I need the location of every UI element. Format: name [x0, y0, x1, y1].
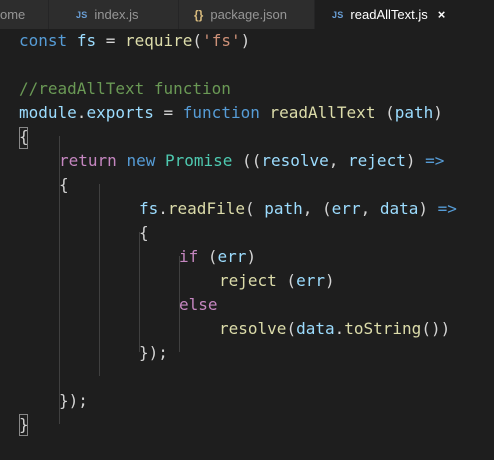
code-line: module.exports = function readAllText (p… [19, 103, 443, 122]
code-line: resolve(data.toString()) [219, 319, 451, 338]
tab-index-js[interactable]: JS index.js [49, 0, 178, 29]
tab-index-js-label: index.js [94, 7, 139, 22]
javascript-file-icon: JS [76, 9, 88, 20]
close-icon[interactable]: × [438, 7, 446, 22]
code-line: { [59, 175, 69, 194]
code-line: const fs = require('fs') [19, 31, 251, 50]
code-line: }); [59, 391, 88, 410]
javascript-file-icon: JS [332, 9, 344, 20]
code-line: } [19, 415, 29, 434]
indent-guide [139, 232, 140, 352]
tab-home[interactable]: ome [0, 0, 48, 29]
code-line: return new Promise ((resolve, reject) => [59, 151, 445, 170]
tab-readalltext-js[interactable]: JS readAllText.js × [315, 0, 494, 29]
json-file-icon: {} [194, 7, 204, 22]
code-line: if (err) [179, 247, 257, 266]
editor-tab-bar: ome JS index.js {} package.json JS readA… [0, 0, 494, 29]
code-line: { [139, 223, 149, 242]
tab-readalltext-js-label: readAllText.js [350, 7, 428, 22]
code-line: fs.readFile( path, (err, data) => [139, 199, 457, 218]
tab-package-json-label: package.json [210, 7, 287, 22]
code-editor[interactable]: const fs = require('fs') //readAllText f… [0, 29, 494, 460]
tab-package-json[interactable]: {} package.json [179, 0, 314, 29]
code-line: }); [139, 343, 168, 362]
code-line: else [179, 295, 218, 314]
tab-home-label: ome [0, 7, 26, 22]
indent-guide [99, 184, 100, 376]
code-line: { [19, 127, 29, 146]
code-line: reject (err) [219, 271, 335, 290]
code-line: //readAllText function [19, 79, 231, 98]
